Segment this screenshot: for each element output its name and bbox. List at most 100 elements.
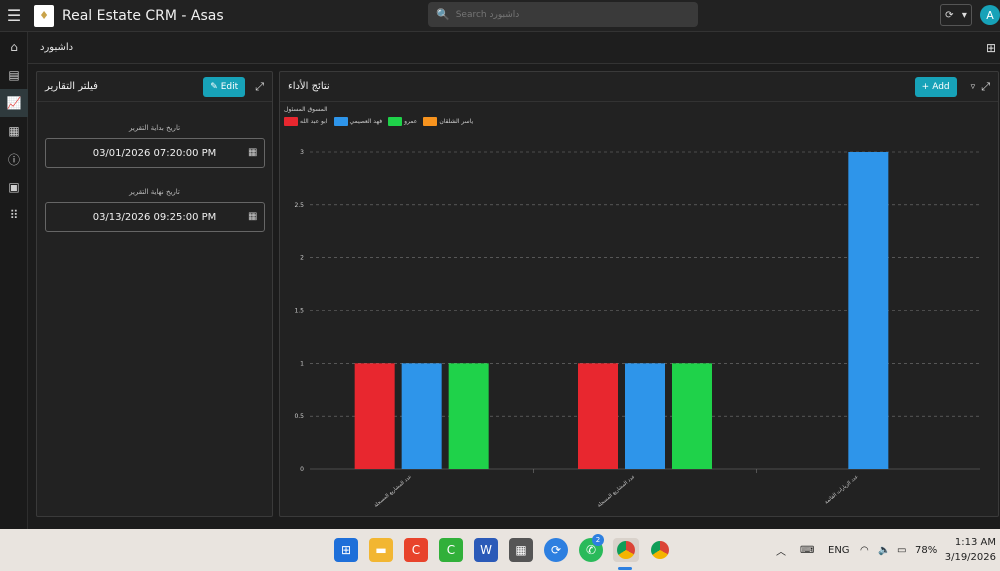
- x-tick-label: عدد المشاريع المسجلة: [596, 474, 636, 509]
- edit-button-label: Edit: [220, 81, 239, 92]
- y-tick-label: 2.5: [294, 202, 304, 209]
- bar-chart: 0 0.5 1 1.5 2 2.5 3 عدد المشاريع المسجلة عدد الم…: [294, 149, 980, 509]
- sync-dropdown[interactable]: ⟳ ▾: [940, 4, 972, 26]
- sync-app-icon[interactable]: ⟳: [544, 538, 568, 562]
- info-icon[interactable]: ⓘ: [0, 145, 28, 173]
- filter-panel: فيلتر التقارير ✎ Edit ⤢ تاريخ بداية التق…: [36, 71, 273, 517]
- filter-panel-header: فيلتر التقارير ✎ Edit ⤢: [37, 72, 272, 102]
- table-icon[interactable]: ▦: [0, 117, 28, 145]
- avatar[interactable]: A: [980, 5, 1000, 25]
- legend-swatch: [284, 117, 298, 126]
- start-date-label: تاريخ بداية التقرير: [128, 124, 181, 132]
- filter-form: تاريخ بداية التقرير 03/01/2026 07:20:00 …: [37, 102, 272, 232]
- calculator-icon[interactable]: ▦: [509, 538, 533, 562]
- legend-item[interactable]: عمرو: [388, 117, 417, 126]
- add-button-label: Add: [932, 81, 950, 92]
- start-date-value: 03/01/2026 07:20:00 PM: [92, 147, 217, 159]
- bar: [578, 363, 618, 469]
- legend-label: ياسر الشلقان: [439, 118, 474, 125]
- plus-icon: +: [921, 81, 930, 92]
- y-tick-label: 2: [300, 255, 304, 262]
- legend-label: ابو عبد الله: [300, 118, 328, 125]
- tray-chevron-icon[interactable]: ︿: [776, 529, 786, 571]
- active-indicator: [618, 567, 632, 570]
- word-icon[interactable]: W: [474, 538, 498, 562]
- language-indicator[interactable]: ENG: [828, 529, 850, 571]
- sidebar: ⌂ ▤ 📈 ▦ ⓘ ▣ ⠿: [0, 32, 28, 529]
- bar: [848, 152, 889, 469]
- filter-icon[interactable]: ▿: [971, 82, 976, 92]
- chevron-down-icon: ▾: [961, 9, 967, 21]
- clock-date: 3/19/2026: [944, 552, 996, 563]
- battery-icon[interactable]: ▭: [897, 529, 906, 571]
- windows-start-icon[interactable]: ⊞: [334, 538, 358, 562]
- calendar-icon[interactable]: ▦: [248, 211, 257, 222]
- battery-percent: 78%: [915, 544, 938, 556]
- menu-icon[interactable]: ☰: [0, 0, 28, 32]
- breadcrumb-bar: داشبورد ⊞: [28, 32, 1000, 64]
- start-date-field[interactable]: 03/01/2026 07:20:00 PM ▦: [44, 138, 265, 168]
- add-button[interactable]: + Add: [914, 76, 957, 97]
- chart-panel: نتائج الأداء + Add ▿ ⤢ المسوق المسئول اب…: [279, 71, 999, 517]
- chart-icon[interactable]: 📈: [0, 89, 28, 117]
- expand-icon[interactable]: ⤢: [981, 80, 990, 94]
- home-icon[interactable]: ⌂: [0, 33, 28, 61]
- bar: [401, 363, 442, 469]
- bar: [672, 363, 712, 469]
- x-tick-label: عدد المشاريع المسجلة: [373, 474, 413, 509]
- volume-icon[interactable]: 🔈: [878, 529, 890, 571]
- filter-panel-title: فيلتر التقارير: [45, 81, 98, 92]
- expand-icon[interactable]: ⤢: [255, 80, 264, 94]
- keyboard-icon[interactable]: ⌨: [800, 529, 814, 571]
- y-tick-label: 1: [300, 360, 304, 367]
- camtasia-icon[interactable]: C: [439, 538, 463, 562]
- chrome-icon[interactable]: [648, 538, 672, 562]
- y-tick-label: 0: [300, 466, 304, 473]
- edit-icon: ✎: [210, 81, 218, 92]
- layout-grid-icon[interactable]: ⊞: [986, 41, 996, 55]
- legend: المسوق المسئول ابو عبد الله فهد العصيمي عم…: [284, 106, 473, 126]
- legend-swatch: [333, 117, 348, 126]
- clock-time: 1:13 AM: [954, 537, 996, 548]
- y-tick-label: 1.5: [294, 308, 304, 315]
- legend-item[interactable]: ياسر الشلقان: [423, 117, 473, 126]
- legend-item[interactable]: فهد العصيمي: [333, 117, 383, 126]
- legend-label: فهد العصيمي: [349, 118, 383, 125]
- legend-items: ابو عبد الله فهد العصيمي عمرو ياسر الشلقان: [284, 117, 473, 126]
- taskbar: ⊞ ▬ C C W ▦ ⟳ ✆ 2 ︿ ⌨ ENG ◠ 🔈 ▭ 78% 1:13…: [0, 529, 1000, 571]
- file-explorer-icon[interactable]: ▬: [369, 538, 393, 562]
- clock[interactable]: 1:13 AM 3/19/2026: [944, 535, 996, 565]
- y-tick-label: 0.5: [294, 413, 304, 420]
- legend-swatch: [423, 117, 438, 126]
- sync-icon: ⟳: [945, 9, 954, 21]
- edit-button[interactable]: ✎ Edit: [203, 76, 246, 97]
- search-icon: 🔍: [436, 8, 450, 21]
- legend-item[interactable]: ابو عبد الله: [284, 117, 328, 126]
- bar: [625, 363, 665, 469]
- wifi-icon[interactable]: ◠: [860, 529, 869, 571]
- search-bar[interactable]: 🔍: [428, 2, 698, 27]
- legend-swatch: [388, 117, 403, 126]
- chart-panel-title: نتائج الأداء: [288, 81, 330, 92]
- bar: [354, 363, 395, 469]
- whatsapp-badge: 2: [592, 534, 604, 546]
- end-date-value: 03/13/2026 09:25:00 PM: [92, 211, 217, 223]
- top-bar: ☰ ♦ Real Estate CRM - Asas 🔍 ⟳ ▾ A: [0, 0, 1000, 32]
- breadcrumb: داشبورد: [40, 42, 74, 53]
- chart-panel-header: نتائج الأداء + Add ▿ ⤢: [280, 72, 998, 102]
- search-input[interactable]: [455, 9, 656, 20]
- end-date-label: تاريخ نهاية التقرير: [129, 188, 180, 196]
- app-logo: ♦: [34, 4, 54, 27]
- anydesk-icon[interactable]: C: [404, 538, 428, 562]
- bar: [448, 363, 489, 469]
- feedback-icon[interactable]: ▣: [0, 173, 28, 201]
- legend-label: عمرو: [404, 118, 418, 125]
- apps-grid-icon[interactable]: ⠿: [0, 201, 28, 229]
- chrome-active-icon[interactable]: [613, 538, 639, 562]
- legend-title: المسوق المسئول: [284, 106, 328, 113]
- app-title: Real Estate CRM - Asas: [62, 7, 224, 24]
- calendar-icon[interactable]: ▦: [248, 147, 257, 158]
- document-icon[interactable]: ▤: [0, 61, 28, 89]
- y-tick-label: 3: [300, 149, 304, 156]
- end-date-field[interactable]: 03/13/2026 09:25:00 PM ▦: [44, 202, 265, 232]
